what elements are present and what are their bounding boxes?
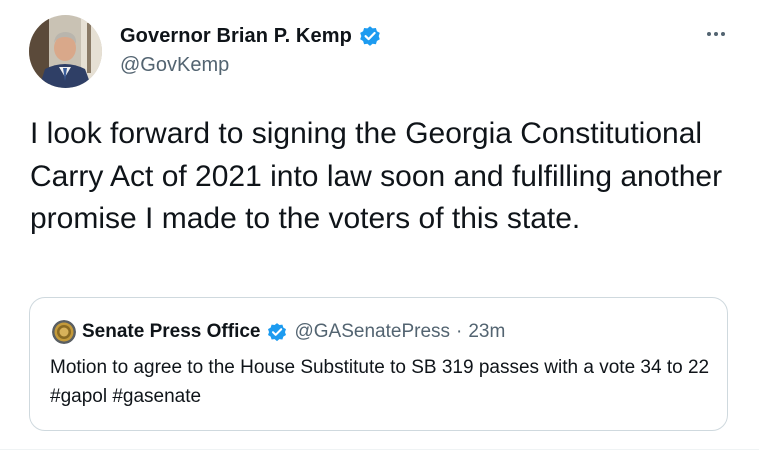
quoted-tweet-timestamp: 23m [468,321,506,342]
quoted-author-handle: @GASenatePress [294,321,451,342]
more-horizontal-icon[interactable] [700,22,732,46]
separator-dot: · [456,321,463,342]
verified-badge-icon [266,321,288,343]
author-display-name[interactable]: Governor Brian P. Kemp [120,25,352,48]
quoted-tweet-text: Motion to agree to the House Substitute … [50,357,710,407]
quoted-tweet-header: Senate Press Office @GASenatePress · 23m [52,320,505,344]
quoted-author-avatar [52,320,76,344]
quoted-author-display-name: Senate Press Office [82,321,261,342]
author-avatar[interactable] [29,15,102,88]
author-name-row: Governor Brian P. Kemp [120,22,382,50]
tweet-text: I look forward to signing the Georgia Co… [30,117,723,235]
verified-badge-icon [358,24,382,48]
tweet-card: Governor Brian P. Kemp @GovKemp I look f… [0,0,759,450]
author-handle[interactable]: @GovKemp [120,54,229,77]
quoted-tweet[interactable]: Senate Press Office @GASenatePress · 23m… [29,297,728,431]
